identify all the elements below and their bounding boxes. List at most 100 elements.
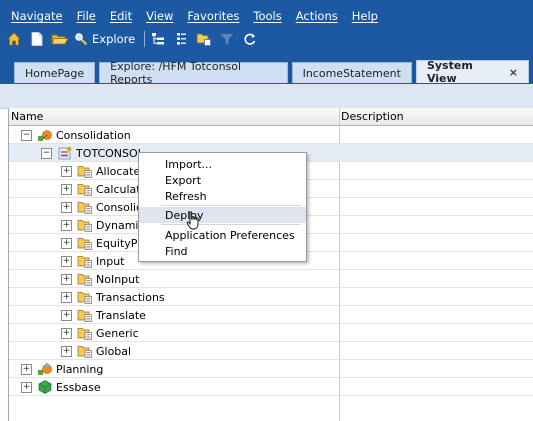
tree-row-content: + Input: [61, 252, 124, 270]
tree-node-label[interactable]: Translate: [96, 309, 146, 322]
folder-icon: [77, 307, 93, 323]
menu-edit[interactable]: Edit: [103, 7, 139, 27]
tree-row[interactable]: + Planning: [9, 360, 533, 378]
tree-row[interactable]: + Translate: [9, 306, 533, 324]
tree-row-content: + Global: [61, 342, 131, 360]
expand-icon[interactable]: +: [61, 255, 72, 267]
menu-item-label: Refresh: [165, 190, 207, 203]
tab-homepage[interactable]: HomePage: [14, 62, 96, 83]
filter-icon[interactable]: [217, 28, 237, 50]
hand-cursor-icon: [186, 211, 199, 230]
expand-icon[interactable]: +: [61, 237, 72, 249]
tree-row-content: + Generic: [61, 324, 139, 342]
tab-label: HomePage: [25, 66, 85, 80]
expand-icon[interactable]: +: [61, 273, 72, 285]
tree-row-content: + Transactions: [61, 288, 165, 306]
toolbar-divider: [144, 31, 146, 47]
explore-label: Explore: [92, 32, 136, 46]
folder-icon: [77, 271, 93, 287]
refresh-icon[interactable]: [240, 28, 260, 50]
tree-view-icon[interactable]: [148, 28, 168, 50]
tree-row-content: + Essbase: [21, 378, 101, 396]
expand-icon[interactable]: +: [61, 201, 72, 213]
tab-label: System View: [426, 59, 473, 85]
tab-label: IncomeStatement: [302, 66, 401, 80]
collapse-icon[interactable]: −: [21, 129, 32, 141]
tree-node-label[interactable]: NoInput: [96, 273, 139, 286]
tab-system-view[interactable]: System View ×: [415, 59, 529, 85]
essbase-app-icon: [37, 379, 53, 395]
expand-icon[interactable]: +: [61, 183, 72, 195]
menu-item-refresh[interactable]: Refresh: [139, 188, 306, 204]
tab-bar: HomePage Explore: /HFM Totconsol Reports…: [14, 59, 533, 86]
collapse-icon[interactable]: −: [41, 147, 52, 159]
tree-row[interactable]: + Global: [9, 342, 533, 360]
tree-row-content: − Consolidation: [21, 126, 131, 144]
context-menu: Import... Export Refresh Deploy Applicat…: [138, 152, 307, 262]
column-header-description[interactable]: Description: [341, 110, 404, 123]
menu-item-label: Export: [165, 174, 202, 187]
menu-item-import[interactable]: Import...: [139, 156, 306, 172]
expand-icon[interactable]: +: [61, 327, 72, 339]
tab-label: Explore: /HFM Totconsol Reports: [110, 60, 242, 86]
open-folder-icon[interactable]: [50, 28, 70, 50]
explore-button[interactable]: Explore: [73, 28, 138, 50]
expand-icon[interactable]: +: [61, 219, 72, 231]
tree-row-content: + Calculate: [61, 180, 147, 198]
explore-icon: [75, 33, 88, 46]
tree-row[interactable]: + NoInput: [9, 270, 533, 288]
menu-actions[interactable]: Actions: [289, 7, 345, 27]
menu-view[interactable]: View: [139, 7, 180, 27]
menu-navigate[interactable]: Navigate: [4, 7, 70, 27]
folder-icon: [77, 163, 93, 179]
menu-item-label: Application Preferences: [165, 229, 295, 242]
menu-favorites[interactable]: Favorites: [180, 7, 246, 27]
home-icon[interactable]: [4, 28, 24, 50]
menu-item-export[interactable]: Export: [139, 172, 306, 188]
tree-node-label[interactable]: Essbase: [56, 381, 101, 394]
folder-icon: [77, 217, 93, 233]
tree-row[interactable]: + Generic: [9, 324, 533, 342]
tab-income-statement[interactable]: IncomeStatement: [291, 62, 412, 83]
tree-node-label[interactable]: TOTCONSOL: [76, 147, 144, 160]
expand-icon[interactable]: +: [61, 309, 72, 321]
list-view-icon[interactable]: [171, 28, 191, 50]
expand-icon[interactable]: +: [21, 363, 32, 375]
new-document-icon[interactable]: [27, 28, 47, 50]
tree-row-content: + Translate: [61, 306, 146, 324]
expand-icon[interactable]: +: [61, 165, 72, 177]
expand-icon[interactable]: +: [21, 381, 32, 393]
menu-tools[interactable]: Tools: [246, 7, 288, 27]
menu-item-deploy[interactable]: Deploy: [139, 207, 306, 223]
tree-row[interactable]: − Consolidation: [9, 126, 533, 144]
tree-row[interactable]: + Transactions: [9, 288, 533, 306]
tree-node-label[interactable]: Generic: [96, 327, 139, 340]
column-header-name[interactable]: Name: [11, 110, 43, 123]
tree-node-label[interactable]: Global: [96, 345, 131, 358]
expand-icon[interactable]: +: [61, 345, 72, 357]
menu-help[interactable]: Help: [345, 7, 385, 27]
menu-separator: [161, 224, 301, 225]
tree-node-label[interactable]: Input: [96, 255, 124, 268]
expand-icon[interactable]: +: [61, 291, 72, 303]
folder-icon: [77, 235, 93, 251]
tree-node-label[interactable]: Consolidation: [56, 129, 131, 142]
menu-item-application-preferences[interactable]: Application Preferences: [139, 227, 306, 243]
app-header: Navigate File Edit View Favorites Tools …: [0, 0, 533, 88]
tree-row-content: + Planning: [21, 360, 103, 378]
application-icon: [57, 145, 73, 161]
tree-node-label[interactable]: Planning: [56, 363, 103, 376]
close-icon[interactable]: ×: [509, 66, 518, 79]
toolbar: Explore: [4, 28, 263, 50]
folder-tree-icon[interactable]: [194, 28, 214, 50]
tree-node-label[interactable]: Allocate: [96, 165, 140, 178]
tree-row[interactable]: + Essbase: [9, 378, 533, 396]
tab-explore-reports[interactable]: Explore: /HFM Totconsol Reports: [99, 60, 288, 86]
menu-item-find[interactable]: Find: [139, 243, 306, 259]
tree-row-content: − TOTCONSOL: [41, 144, 144, 162]
panel-toolbar-strip: [0, 84, 533, 109]
menu-file[interactable]: File: [70, 7, 103, 27]
tree-node-label[interactable]: Transactions: [96, 291, 165, 304]
tree-row-content: + Consolida: [61, 198, 150, 216]
folder-icon: [77, 343, 93, 359]
